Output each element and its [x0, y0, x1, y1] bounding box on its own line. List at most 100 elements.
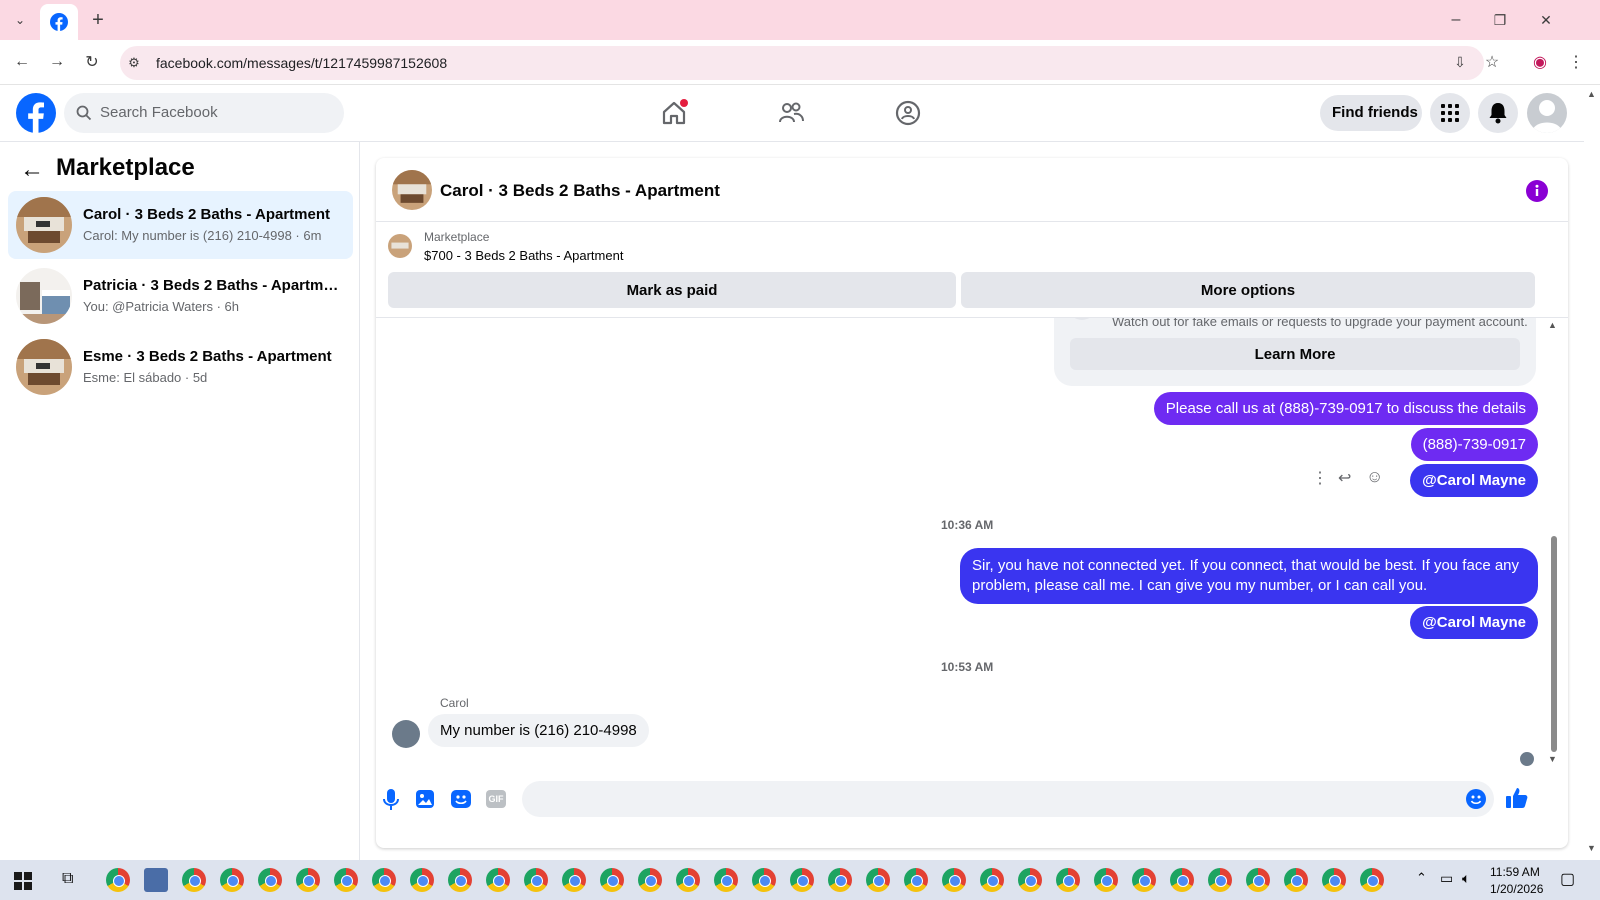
scroll-up-arrow-icon[interactable]: ▲: [1548, 320, 1557, 330]
maximize-button[interactable]: ❐: [1490, 10, 1510, 30]
microphone-icon[interactable]: [382, 789, 400, 811]
outgoing-message[interactable]: (888)-739-0917: [1410, 428, 1538, 461]
friends-icon[interactable]: [777, 99, 805, 127]
chat-scrollbar[interactable]: ▲ ▼: [1548, 318, 1558, 770]
taskbar-chrome-icon[interactable]: [258, 868, 282, 892]
taskbar-chrome-icon[interactable]: [372, 868, 396, 892]
outgoing-mention-message[interactable]: @Carol Mayne: [1410, 606, 1538, 639]
reply-icon[interactable]: ↩: [1338, 468, 1351, 488]
notifications-button[interactable]: [1478, 93, 1518, 133]
taskbar-chrome-icon[interactable]: [334, 868, 358, 892]
react-emoji-icon[interactable]: ☺: [1366, 467, 1383, 487]
network-icon[interactable]: ▭: [1440, 870, 1453, 887]
taskbar-chrome-icon[interactable]: [676, 868, 700, 892]
taskbar-app-icon[interactable]: [144, 868, 168, 892]
search-input[interactable]: Search Facebook: [64, 93, 344, 133]
notification-center-icon[interactable]: ▢: [1560, 869, 1575, 889]
taskbar-chrome-icon[interactable]: [980, 868, 1004, 892]
taskbar-chrome-icon[interactable]: [790, 868, 814, 892]
taskbar-chrome-icon[interactable]: [1284, 868, 1308, 892]
photo-icon[interactable]: [416, 790, 434, 808]
taskbar-chrome-icon[interactable]: [1208, 868, 1232, 892]
page-scrollbar[interactable]: ▲ ▼: [1584, 85, 1600, 860]
browser-tab-facebook[interactable]: [40, 4, 78, 40]
windows-start-icon[interactable]: [14, 872, 32, 890]
taskbar-chrome-icon[interactable]: [1170, 868, 1194, 892]
taskbar-chrome-icon[interactable]: [524, 868, 548, 892]
taskbar-chrome-icon[interactable]: [1094, 868, 1118, 892]
message-more-icon[interactable]: ⋮: [1312, 468, 1328, 488]
gif-icon[interactable]: GIF: [486, 790, 506, 808]
taskbar-chrome-icon[interactable]: [638, 868, 662, 892]
scrollbar-thumb[interactable]: [1551, 536, 1557, 752]
taskbar-chrome-icon[interactable]: [220, 868, 244, 892]
taskbar-chrome-icon[interactable]: [828, 868, 852, 892]
tray-overflow-icon[interactable]: ⌃: [1416, 870, 1427, 886]
back-arrow-button[interactable]: ←: [20, 156, 44, 184]
forward-arrow-icon[interactable]: →: [47, 52, 67, 72]
home-icon[interactable]: [660, 99, 688, 127]
find-friends-button[interactable]: Find friends: [1320, 95, 1422, 131]
taskbar-chrome-icon[interactable]: [714, 868, 738, 892]
groups-icon[interactable]: [894, 99, 922, 127]
bookmark-star-icon[interactable]: ☆: [1482, 52, 1502, 72]
taskbar-chrome-icon[interactable]: [106, 868, 130, 892]
account-avatar[interactable]: [1527, 93, 1567, 133]
taskbar-chrome-icon[interactable]: [1018, 868, 1042, 892]
listing-title[interactable]: $700 - 3 Beds 2 Baths - Apartment: [424, 248, 623, 263]
back-arrow-icon[interactable]: ←: [12, 52, 32, 72]
taskbar-chrome-icon[interactable]: [448, 868, 472, 892]
taskbar-chrome-icon[interactable]: [1246, 868, 1270, 892]
tab-list-chevron-icon[interactable]: ⌄: [10, 10, 30, 30]
taskbar-chrome-icon[interactable]: [296, 868, 320, 892]
message-input[interactable]: [522, 781, 1494, 817]
taskbar-chrome-icon[interactable]: [1132, 868, 1156, 892]
taskbar-chrome-icon[interactable]: [562, 868, 586, 892]
menu-grid-button[interactable]: [1430, 93, 1470, 133]
conversation-item-patricia[interactable]: Patricia · 3 Beds 2 Baths - Apartme... Y…: [8, 262, 353, 330]
scroll-down-arrow-icon[interactable]: ▼: [1548, 754, 1557, 764]
minimize-button[interactable]: –: [1446, 10, 1466, 30]
taskbar-chrome-icon[interactable]: [1322, 868, 1346, 892]
taskbar-chrome-icon[interactable]: [904, 868, 928, 892]
taskbar-chrome-icon[interactable]: [942, 868, 966, 892]
close-window-button[interactable]: ✕: [1536, 10, 1556, 30]
facebook-logo-icon[interactable]: [16, 93, 56, 133]
site-settings-icon[interactable]: ⚙: [124, 53, 144, 73]
taskbar-chrome-icon[interactable]: [410, 868, 434, 892]
taskbar-chrome-icon[interactable]: [866, 868, 890, 892]
mark-as-paid-button[interactable]: Mark as paid: [388, 272, 956, 308]
reload-icon[interactable]: ↻: [82, 52, 102, 72]
conversation-item-esme[interactable]: Esme · 3 Beds 2 Baths - Apartment Esme: …: [8, 333, 353, 401]
outgoing-mention-message[interactable]: @Carol Mayne: [1410, 464, 1538, 497]
thumbs-up-icon[interactable]: [1506, 787, 1528, 809]
emoji-icon[interactable]: [1466, 789, 1486, 809]
conversation-item-carol[interactable]: Carol · 3 Beds 2 Baths - Apartment Carol…: [8, 191, 353, 259]
more-options-button[interactable]: More options: [961, 272, 1535, 308]
info-icon[interactable]: [1526, 180, 1548, 202]
taskbar-chrome-icon[interactable]: [600, 868, 624, 892]
outgoing-message[interactable]: Please call us at (888)-739-0917 to disc…: [1153, 392, 1538, 425]
page-scroll-up-icon[interactable]: ▲: [1587, 89, 1596, 99]
taskbar-chrome-icon[interactable]: [486, 868, 510, 892]
taskbar-date[interactable]: 1/20/2026: [1490, 882, 1543, 896]
url-text[interactable]: facebook.com/messages/t/1217459987152608: [156, 55, 447, 71]
chat-title[interactable]: Carol · 3 Beds 2 Baths - Apartment: [440, 181, 720, 201]
chat-header-thumbnail[interactable]: [392, 170, 432, 210]
taskbar-chrome-icon[interactable]: [752, 868, 776, 892]
profile-icon[interactable]: ◉: [1530, 52, 1550, 72]
taskbar-chrome-icon[interactable]: [1360, 868, 1384, 892]
incoming-message[interactable]: My number is (216) 210-4998: [428, 714, 649, 747]
taskbar-time[interactable]: 11:59 AM: [1490, 865, 1540, 879]
taskbar-chrome-icon[interactable]: [182, 868, 206, 892]
address-bar[interactable]: ⚙ facebook.com/messages/t/12174599871526…: [120, 46, 1484, 80]
taskbar-chrome-icon[interactable]: [1056, 868, 1080, 892]
install-app-icon[interactable]: ⇩: [1450, 52, 1470, 72]
new-tab-button[interactable]: +: [88, 9, 108, 31]
outgoing-message[interactable]: Sir, you have not connected yet. If you …: [960, 548, 1538, 604]
sticker-icon[interactable]: [451, 790, 471, 808]
task-view-icon[interactable]: ⧉: [62, 870, 73, 888]
learn-more-button[interactable]: Learn More: [1070, 338, 1520, 370]
browser-menu-icon[interactable]: ⋮: [1566, 52, 1586, 72]
sender-avatar[interactable]: [392, 720, 420, 748]
